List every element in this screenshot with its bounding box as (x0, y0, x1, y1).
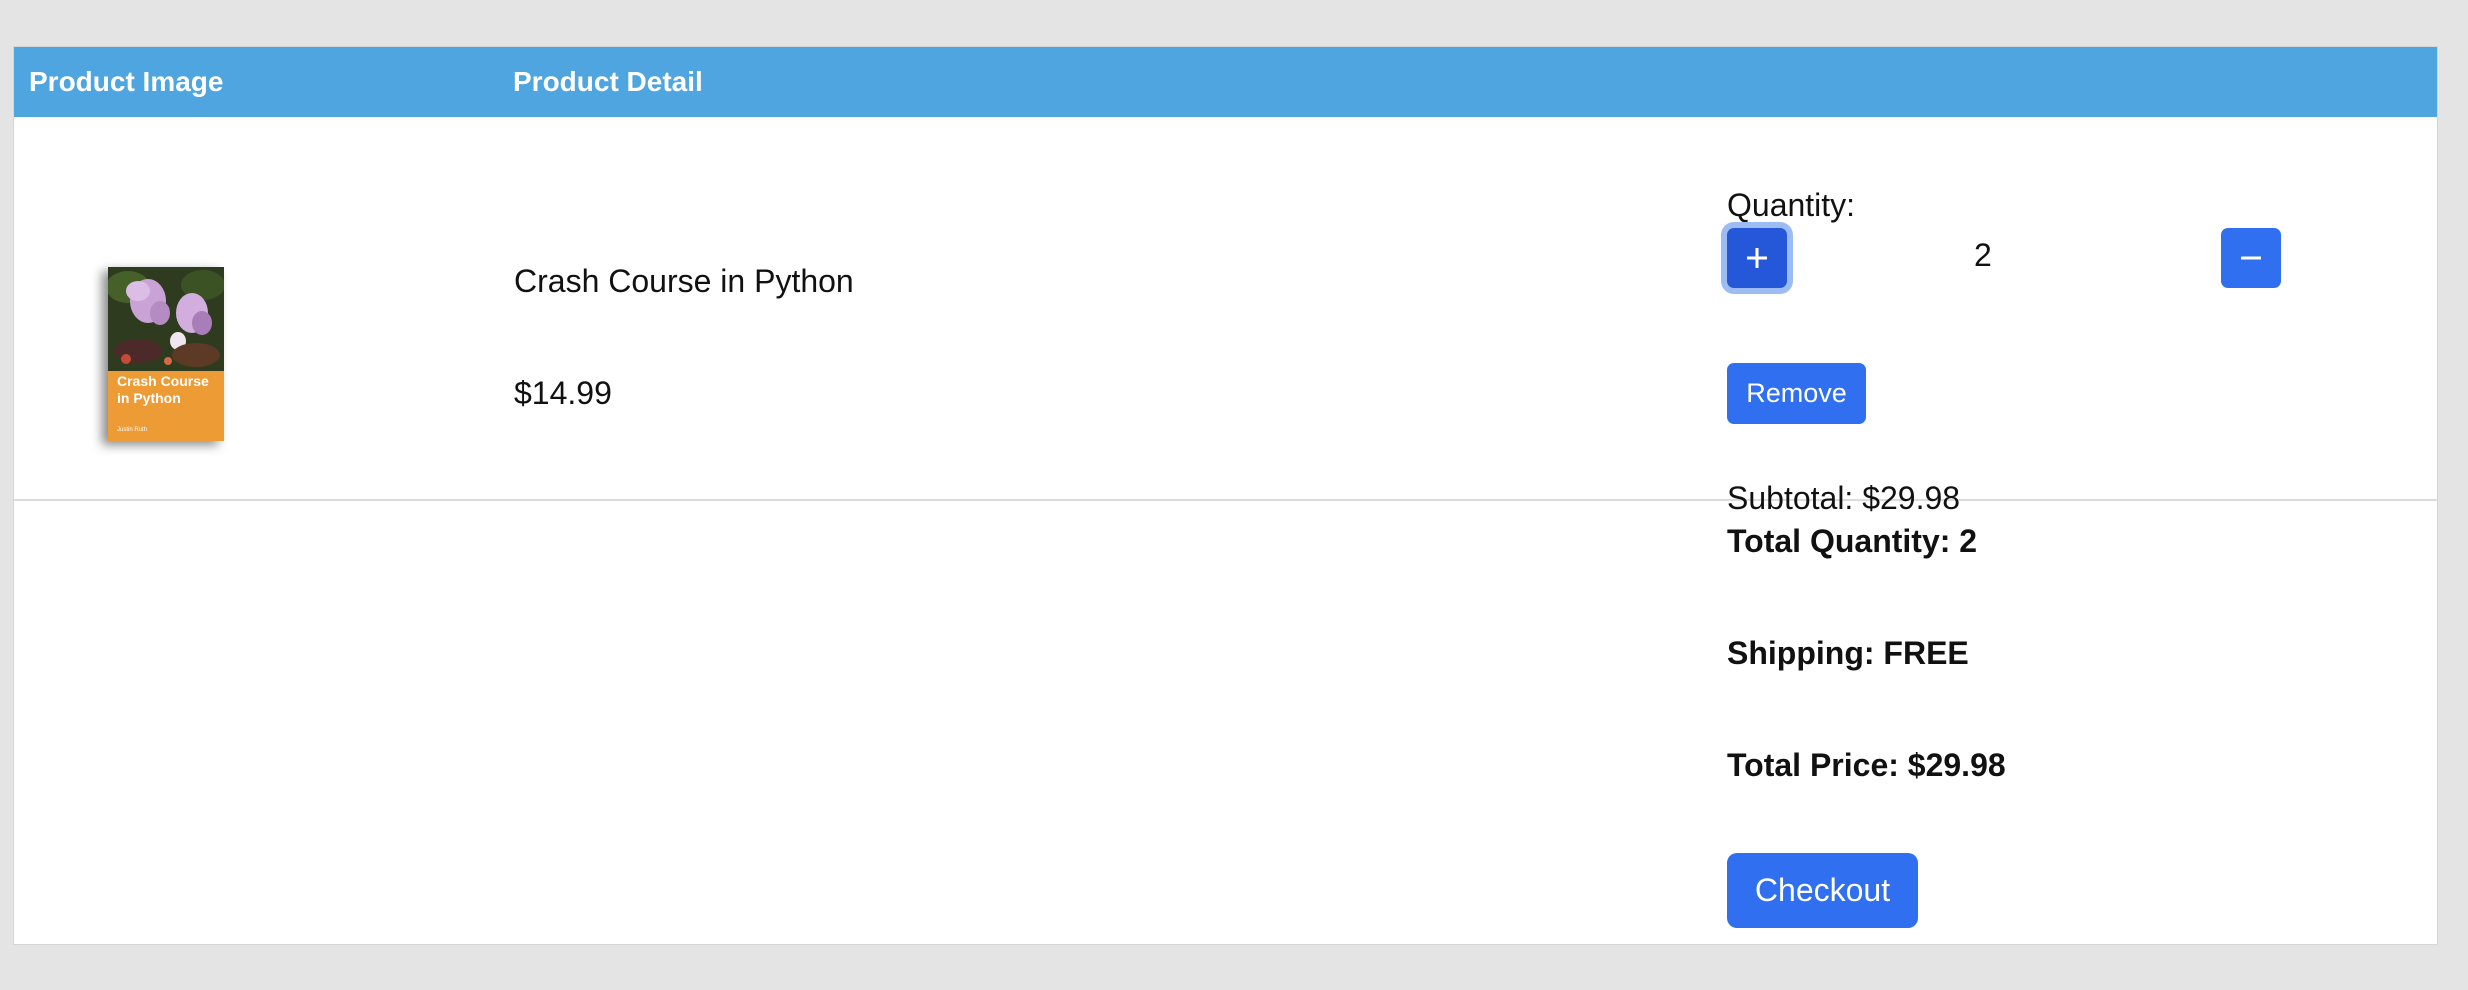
table-header: Product Image Product Detail (14, 47, 2437, 117)
header-product-image: Product Image (29, 66, 224, 97)
total-price: Total Price: $29.98 (1727, 747, 2006, 783)
quantity-label: Quantity: (1727, 187, 1856, 223)
product-image: Crash Course in Python Justin Ruth (108, 267, 224, 441)
header-product-detail: Product Detail (513, 66, 703, 97)
minus-icon (2241, 256, 2261, 260)
product-price: $14.99 (514, 375, 612, 411)
cover-title: Crash Course in Python (117, 373, 209, 406)
checkout-button[interactable]: Checkout (1727, 853, 1918, 928)
quantity-value: 2 (1974, 237, 1992, 273)
cover-photo (108, 267, 224, 371)
decrease-quantity-button[interactable] (2221, 228, 2281, 288)
cover-author: Justin Ruth (117, 427, 148, 433)
total-quantity: Total Quantity: 2 (1727, 523, 1978, 559)
table-row: Crash Course in Python Justin Ruth Crash… (14, 117, 2437, 516)
subtotal: Subtotal: $29.98 (1727, 480, 1961, 516)
increase-quantity-button[interactable] (1727, 228, 1787, 288)
plus-icon (1747, 248, 1767, 268)
product-name: Crash Course in Python (514, 263, 854, 299)
shipping: Shipping: FREE (1727, 635, 1969, 671)
remove-button[interactable]: Remove (1727, 363, 1866, 424)
cart-table: Product Image Product Detail Crash Cours… (13, 46, 2438, 945)
